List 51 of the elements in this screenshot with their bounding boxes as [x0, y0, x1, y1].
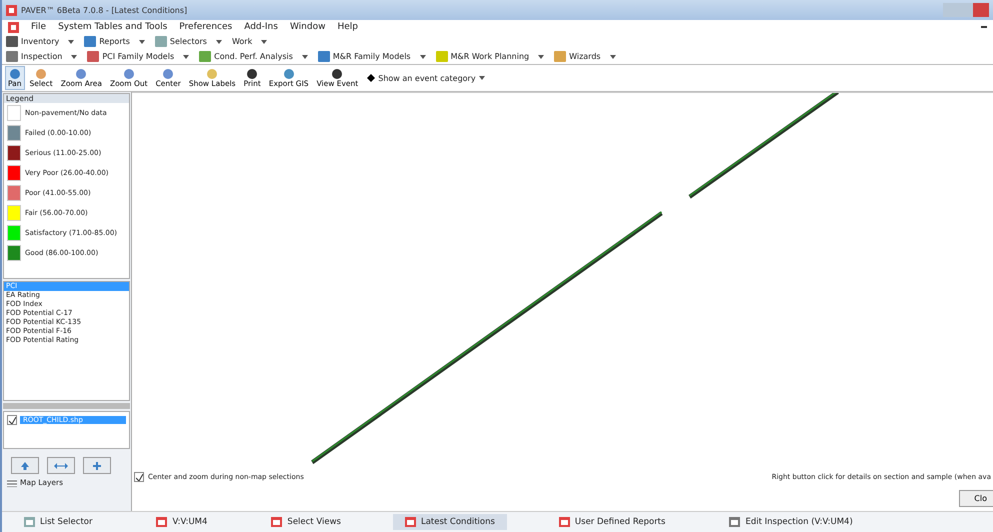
document-tab[interactable]: List Selector — [12, 514, 104, 530]
window-controls-icon[interactable] — [943, 3, 989, 17]
menu-item[interactable]: Add-Ins — [244, 22, 278, 32]
add-button[interactable] — [83, 457, 111, 474]
toolbar-dropdown[interactable]: M&R Family Models — [318, 51, 426, 62]
caret-icon — [138, 40, 145, 44]
diamond-icon — [367, 74, 376, 82]
toolbar-dropdown[interactable]: Inventory — [6, 36, 74, 47]
road-segment[interactable] — [688, 93, 840, 199]
toolbar-dropdown[interactable]: Work — [232, 37, 268, 46]
document-tab[interactable]: Edit Inspection (V:V:UM4) — [717, 514, 865, 530]
caret-icon — [302, 54, 308, 58]
arrow-up-icon — [21, 462, 29, 470]
toolbar-dropdown[interactable]: Selectors — [154, 36, 222, 47]
menu-item[interactable]: Preferences — [179, 22, 232, 32]
caret-icon — [68, 40, 74, 44]
caret-icon — [216, 40, 222, 44]
app-icon — [6, 4, 17, 16]
app-icon — [8, 22, 19, 32]
caret-icon — [71, 54, 78, 58]
plus-icon — [93, 462, 101, 470]
document-tab[interactable]: Latest Conditions — [392, 514, 507, 530]
checkbox[interactable] — [7, 415, 17, 425]
move-up-button[interactable] — [11, 457, 39, 474]
menu-item[interactable]: File — [31, 22, 46, 32]
menu-item[interactable]: System Tables and Tools — [58, 22, 168, 32]
window-title: PAVER™ 6Beta 7.0.8 - [Latest Conditions] — [21, 6, 188, 14]
arrows-icon — [54, 462, 68, 468]
caret-icon — [538, 54, 544, 58]
close-button[interactable]: Clo — [959, 490, 993, 507]
document-tab[interactable]: Select Views — [259, 514, 353, 530]
layers-icon — [7, 478, 17, 486]
caret-icon — [261, 40, 268, 44]
zoom-extent-button[interactable] — [47, 457, 75, 474]
caret-icon — [183, 54, 190, 58]
caret-icon — [478, 76, 485, 80]
minimize-icon[interactable] — [981, 25, 987, 29]
toolbar-dropdown[interactable]: Cond. Perf. Analysis — [199, 51, 308, 62]
document-tab[interactable]: V:V:UM4 — [144, 514, 220, 530]
event-category-dropdown[interactable]: Show an event category — [367, 74, 485, 82]
toolbar-dropdown[interactable]: Inspection — [6, 51, 78, 62]
caret-icon — [610, 54, 616, 58]
document-tab[interactable]: User Defined Reports — [546, 514, 678, 530]
toolbar-dropdown[interactable]: PCI Family Models — [87, 51, 190, 62]
menu-item[interactable]: Window — [290, 22, 326, 32]
caret-icon — [420, 54, 426, 58]
menu-item[interactable]: Help — [337, 22, 358, 32]
toolbar-dropdown[interactable]: Wizards — [554, 51, 616, 62]
toolbar-dropdown[interactable]: Reports — [84, 36, 145, 47]
toolbar-dropdown[interactable]: M&R Work Planning — [436, 51, 544, 62]
checkbox[interactable] — [134, 472, 144, 482]
